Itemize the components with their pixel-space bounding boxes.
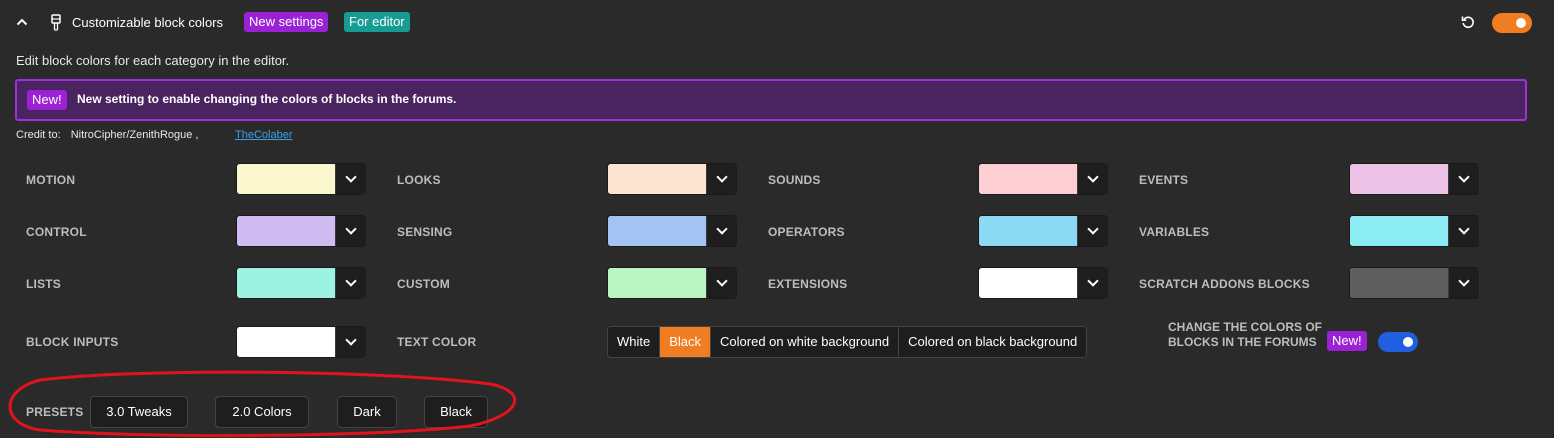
chevron-down-icon xyxy=(345,275,357,287)
forums-new-badge: New! xyxy=(1327,331,1367,351)
variables-color-swatch xyxy=(1350,216,1448,246)
new-notice-banner: New! New setting to enable changing the … xyxy=(15,79,1527,121)
events-color-picker[interactable] xyxy=(1349,163,1479,195)
operators-color-picker[interactable] xyxy=(978,215,1108,247)
extensions-dropdown[interactable] xyxy=(1077,268,1108,298)
motion-color-swatch xyxy=(237,164,335,194)
motion-dropdown[interactable] xyxy=(335,164,366,194)
operators-dropdown[interactable] xyxy=(1077,216,1108,246)
sounds-dropdown[interactable] xyxy=(1077,164,1108,194)
chevron-down-icon xyxy=(716,275,728,287)
sounds-label: SOUNDS xyxy=(768,173,821,187)
looks-color-picker[interactable] xyxy=(607,163,737,195)
extensions-label: EXTENSIONS xyxy=(768,277,848,291)
collapse-chevron-icon[interactable] xyxy=(16,15,28,27)
block-inputs-color-swatch xyxy=(237,327,335,357)
notice-text: New setting to enable changing the color… xyxy=(77,92,457,106)
block-inputs-label: BLOCK INPUTS xyxy=(26,335,119,349)
credit-line: Credit to: NitroCipher/ZenithRogue , xyxy=(16,129,199,141)
reset-icon[interactable] xyxy=(1461,15,1475,29)
new-settings-badge: New settings xyxy=(244,12,329,32)
control-label: CONTROL xyxy=(26,225,87,239)
sounds-color-picker[interactable] xyxy=(978,163,1108,195)
chevron-down-icon xyxy=(716,223,728,235)
sa-blocks-dropdown[interactable] xyxy=(1448,268,1479,298)
sa-blocks-label: SCRATCH ADDONS BLOCKS xyxy=(1139,277,1310,291)
toggle-knob xyxy=(1516,18,1526,28)
sensing-color-picker[interactable] xyxy=(607,215,737,247)
sensing-label: SENSING xyxy=(397,225,453,239)
for-editor-badge: For editor xyxy=(344,12,410,32)
text-color-black[interactable]: Black xyxy=(660,327,712,357)
custom-color-picker[interactable] xyxy=(607,267,737,299)
events-dropdown[interactable] xyxy=(1448,164,1479,194)
text-color-colored-black-bg[interactable]: Colored on black background xyxy=(899,327,1087,357)
sa-blocks-color-swatch xyxy=(1350,268,1448,298)
custom-label: CUSTOM xyxy=(397,277,450,291)
control-color-swatch xyxy=(237,216,335,246)
chevron-down-icon xyxy=(345,334,357,346)
chevron-down-icon xyxy=(1087,223,1099,235)
credit-link[interactable]: TheColaber xyxy=(235,129,292,141)
custom-color-swatch xyxy=(608,268,706,298)
text-color-white[interactable]: White xyxy=(608,327,661,357)
text-color-colored-white-bg[interactable]: Colored on white background xyxy=(711,327,900,357)
credit-names: NitroCipher/ZenithRogue , xyxy=(70,129,199,141)
control-dropdown[interactable] xyxy=(335,216,366,246)
operators-color-swatch xyxy=(979,216,1077,246)
custom-dropdown[interactable] xyxy=(706,268,737,298)
forums-toggle[interactable] xyxy=(1378,332,1418,352)
addon-enable-toggle[interactable] xyxy=(1492,13,1532,33)
chevron-down-icon xyxy=(716,171,728,183)
lists-color-picker[interactable] xyxy=(236,267,366,299)
operators-label: OPERATORS xyxy=(768,225,845,239)
chevron-down-icon xyxy=(345,223,357,235)
chevron-down-icon xyxy=(1087,171,1099,183)
chevron-down-icon xyxy=(1458,223,1470,235)
control-color-picker[interactable] xyxy=(236,215,366,247)
sensing-color-swatch xyxy=(608,216,706,246)
motion-color-picker[interactable] xyxy=(236,163,366,195)
chevron-down-icon xyxy=(1087,275,1099,287)
addon-description: Edit block colors for each category in t… xyxy=(16,53,290,68)
extensions-color-swatch xyxy=(979,268,1077,298)
looks-label: LOOKS xyxy=(397,173,441,187)
annotation-circle xyxy=(8,370,516,438)
sensing-dropdown[interactable] xyxy=(706,216,737,246)
motion-label: MOTION xyxy=(26,173,76,187)
variables-label: VARIABLES xyxy=(1139,225,1210,239)
chevron-down-icon xyxy=(345,171,357,183)
brush-icon xyxy=(50,14,62,32)
lists-dropdown[interactable] xyxy=(335,268,366,298)
text-color-label: TEXT COLOR xyxy=(397,335,477,349)
chevron-down-icon xyxy=(1458,171,1470,183)
sa-blocks-color-picker[interactable] xyxy=(1349,267,1479,299)
events-color-swatch xyxy=(1350,164,1448,194)
chevron-down-icon xyxy=(1458,275,1470,287)
extensions-color-picker[interactable] xyxy=(978,267,1108,299)
forums-label: CHANGE THE COLORS OF BLOCKS IN THE FORUM… xyxy=(1168,320,1323,349)
block-inputs-color-picker[interactable] xyxy=(236,326,366,358)
credit-label: Credit to: xyxy=(16,129,61,141)
toggle-knob xyxy=(1403,337,1413,347)
looks-color-swatch xyxy=(608,164,706,194)
events-label: EVENTS xyxy=(1139,173,1189,187)
lists-label: LISTS xyxy=(26,277,62,291)
looks-dropdown[interactable] xyxy=(706,164,737,194)
lists-color-swatch xyxy=(237,268,335,298)
variables-dropdown[interactable] xyxy=(1448,216,1479,246)
sounds-color-swatch xyxy=(979,164,1077,194)
notice-new-badge: New! xyxy=(27,90,67,110)
text-color-segmented: White Black Colored on white background … xyxy=(607,326,1088,358)
block-inputs-dropdown[interactable] xyxy=(335,327,366,357)
addon-title: Customizable block colors xyxy=(72,15,224,30)
variables-color-picker[interactable] xyxy=(1349,215,1479,247)
